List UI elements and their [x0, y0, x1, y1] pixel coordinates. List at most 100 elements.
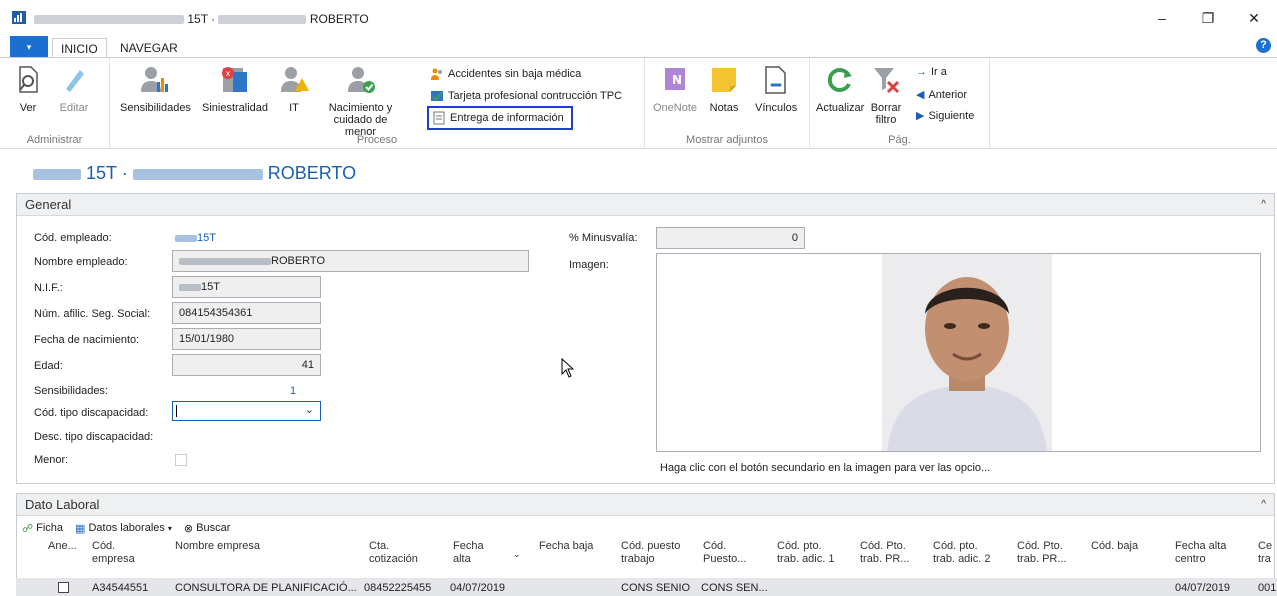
form-alert-icon: x — [222, 67, 248, 92]
cell-puesto[interactable]: CONS SEN... — [701, 582, 768, 594]
minusvalia-label: % Minusvalía: — [569, 232, 638, 244]
cod-empleado-value[interactable]: 15T — [175, 232, 216, 244]
cell-cta-cotizacion[interactable]: 08452225455 — [364, 582, 431, 594]
sensibilidades-value[interactable]: 1 — [290, 385, 296, 397]
sensibilidades-button[interactable]: Sensibilidades — [120, 64, 191, 114]
employee-photo[interactable] — [656, 253, 1261, 452]
fecha-nacimiento-label: Fecha de nacimiento: — [34, 334, 140, 346]
minimize-button[interactable]: – — [1139, 0, 1185, 36]
card-icon — [431, 91, 443, 102]
cell-nombre-empresa[interactable]: CONSULTORA DE PLANIFICACIÓ... — [175, 582, 357, 594]
column-header-puesto[interactable]: Cód. Puesto... — [703, 540, 746, 566]
group-adjuntos: N OneNote Notas Vínculos Mostrar adjunto… — [645, 58, 810, 149]
column-header-ane[interactable]: Ane... — [48, 540, 77, 553]
editar-button[interactable]: Editar — [58, 64, 90, 114]
nacimiento-button[interactable]: Nacimiento y cuidado de menor — [323, 64, 398, 138]
cell-fecha-alta-centro[interactable]: 04/07/2019 — [1175, 582, 1230, 594]
document-list-icon — [433, 111, 445, 125]
tab-navegar[interactable]: NAVEGAR — [112, 38, 186, 58]
ver-button[interactable]: Ver — [12, 64, 44, 114]
section-header-dato-laboral[interactable]: Dato Laboral ^ — [17, 494, 1274, 516]
borrar-filtro-button[interactable]: Borrar filtro — [870, 64, 902, 126]
cell-centro[interactable]: 001 — [1258, 582, 1276, 594]
siniestralidad-button[interactable]: x Siniestralidad — [202, 64, 268, 114]
sort-desc-icon: ⌄ — [513, 549, 521, 559]
onenote-button[interactable]: N OneNote — [653, 64, 697, 114]
siguiente-button[interactable]: ▶ Siguiente — [916, 109, 974, 123]
tipo-discapacidad-label: Cód. tipo discapacidad: — [34, 407, 149, 419]
it-button[interactable]: IT — [278, 64, 310, 114]
column-header-cod-baja[interactable]: Cód. baja — [1091, 540, 1138, 553]
anterior-button[interactable]: ◀ Anterior — [916, 88, 967, 102]
cell-cod-puesto[interactable]: CONS SENIO — [621, 582, 690, 594]
column-header-pto-pr-2[interactable]: Cód. Pto. trab. PR... — [1017, 540, 1067, 566]
column-header-pto-pr-1[interactable]: Cód. Pto. trab. PR... — [860, 540, 910, 566]
cell-fecha-alta[interactable]: 04/07/2019 — [450, 582, 505, 594]
app-logo-icon — [12, 11, 26, 24]
cod-empleado-label: Cód. empleado: — [34, 232, 112, 244]
column-header-pto-adic-1[interactable]: Cód. pto. trab. adic. 1 — [777, 540, 834, 566]
table-icon: ▦ — [75, 522, 86, 535]
accidentes-button[interactable]: Accidentes sin baja médica — [430, 67, 581, 81]
tarjeta-button[interactable]: Tarjeta profesional contrucción TPC — [430, 89, 622, 103]
datos-laborales-button[interactable]: ▦ Datos laborales ▾ — [75, 522, 172, 535]
tab-inicio[interactable]: INICIO — [52, 38, 107, 58]
cell-cod-empresa[interactable]: A34544551 — [92, 582, 148, 594]
link-icon — [765, 66, 786, 94]
refresh-icon — [828, 68, 853, 92]
ribbon: Ver Editar Administrar Sensibilidades x … — [0, 57, 1277, 149]
nombre-empleado-label: Nombre empleado: — [34, 256, 128, 268]
group-label: Pág. — [888, 134, 911, 146]
clear-filter-icon — [874, 68, 900, 94]
column-header-fecha-alta[interactable]: Fecha alta — [453, 540, 484, 566]
close-button[interactable]: ✕ — [1231, 0, 1277, 36]
vinculos-button[interactable]: Vínculos — [755, 64, 797, 114]
app-menu-button[interactable]: ▾ — [10, 36, 48, 58]
person-check-icon — [347, 67, 375, 93]
column-header-pto-adic-2[interactable]: Cód. pto. trab. adic. 2 — [933, 540, 990, 566]
restore-button[interactable]: ❐ — [1185, 0, 1231, 36]
notas-button[interactable]: Notas — [708, 64, 740, 114]
mouse-cursor-icon — [561, 358, 575, 378]
chevron-up-icon[interactable]: ^ — [1261, 494, 1266, 516]
page-title: 15T · ROBERTO — [33, 163, 356, 184]
help-icon[interactable]: ? — [1256, 38, 1271, 53]
sensibilidades-label: Sensibilidades: — [34, 385, 108, 397]
group-pag: Actualizar Borrar filtro → Ir a ◀ Anteri… — [810, 58, 990, 149]
window-title: 15T · ROBERTO — [34, 12, 369, 26]
menor-label: Menor: — [34, 454, 69, 466]
column-header-cod-puesto[interactable]: Cód. puesto trabajo — [621, 540, 680, 566]
section-header-general[interactable]: General ^ — [17, 194, 1274, 216]
person-chart-icon — [141, 67, 169, 92]
ficha-button[interactable]: ☍ Ficha — [22, 522, 63, 535]
edad-label: Edad: — [34, 360, 63, 372]
binoculars-icon: ⊗ — [183, 522, 194, 535]
arrow-right-icon: → — [916, 66, 927, 78]
ir-a-button[interactable]: → Ir a — [916, 66, 947, 78]
row-checkbox[interactable] — [58, 582, 69, 593]
chevron-up-icon[interactable]: ^ — [1261, 194, 1266, 216]
tipo-discapacidad-select[interactable]: ⌄ — [172, 401, 321, 421]
column-header-centro[interactable]: Ce tra — [1258, 540, 1272, 566]
buscar-button[interactable]: ⊗ Buscar — [184, 522, 230, 535]
people-icon — [431, 68, 442, 80]
column-header-nombre-empresa[interactable]: Nombre empresa — [175, 540, 260, 553]
group-proceso: Sensibilidades x Siniestralidad IT Nacim… — [110, 58, 645, 149]
dato-laboral-toolbar: ☍ Ficha ▦ Datos laborales ▾ ⊗ Buscar — [22, 520, 230, 536]
entrega-informacion-button[interactable]: Entrega de información — [427, 106, 573, 130]
triangle-right-icon: ▶ — [916, 110, 925, 122]
nif-label: N.I.F.: — [34, 282, 63, 294]
column-header-cod-empresa[interactable]: Cód. empresa — [92, 540, 135, 566]
actualizar-button[interactable]: Actualizar — [816, 64, 864, 114]
minusvalia-field: 0 — [656, 227, 805, 249]
chevron-down-icon[interactable]: ⌄ — [305, 403, 314, 416]
column-header-cta-cotizacion[interactable]: Cta. cotización — [369, 540, 418, 566]
group-label: Proceso — [356, 134, 398, 146]
view-document-icon — [19, 66, 38, 93]
column-header-fecha-alta-centro[interactable]: Fecha alta centro — [1175, 540, 1226, 566]
afiliacion-field: 084154354361 — [172, 302, 321, 324]
column-header-fecha-baja[interactable]: Fecha baja — [539, 540, 593, 553]
menor-checkbox[interactable] — [175, 454, 187, 466]
group-administrar: Ver Editar Administrar — [0, 58, 110, 149]
afiliacion-label: Núm. afilic. Seg. Social: — [34, 308, 151, 320]
